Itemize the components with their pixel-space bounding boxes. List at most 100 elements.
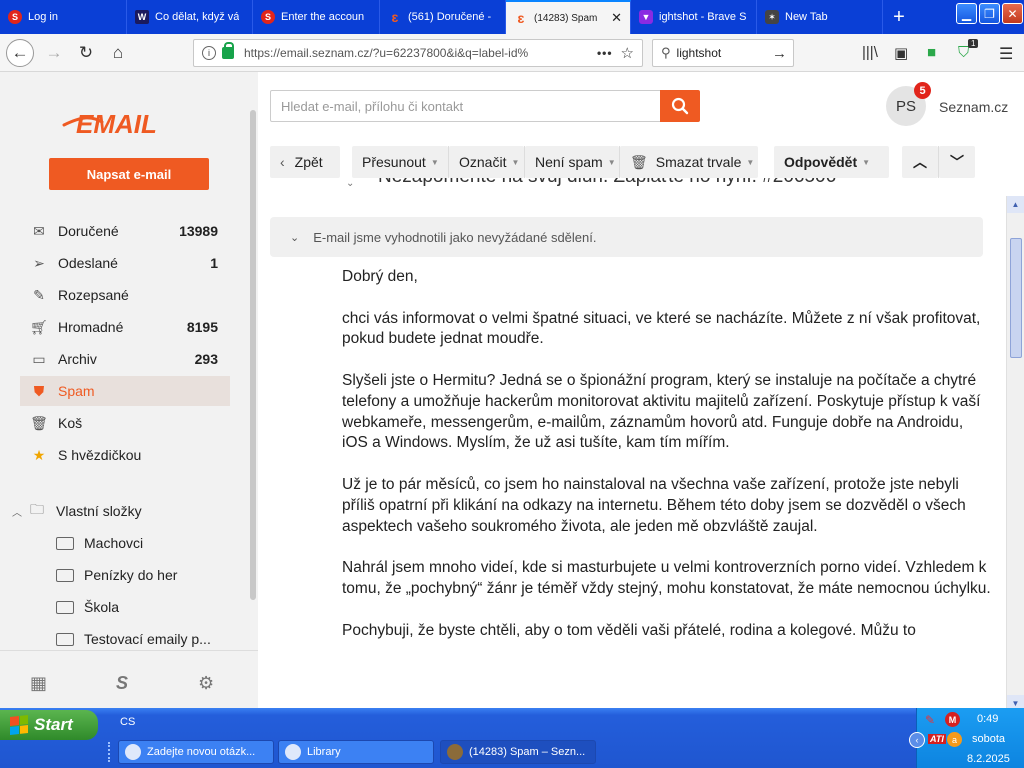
ati-icon[interactable]: ATI bbox=[928, 734, 946, 744]
home-button[interactable]: ⌂ bbox=[104, 39, 132, 67]
previous-message-button[interactable]: ︿ bbox=[902, 146, 938, 178]
taskbar-button[interactable]: Zadejte novou otázk... bbox=[118, 740, 274, 764]
subfolder-item[interactable]: Testovací emaily p... bbox=[56, 626, 211, 652]
svg-text:EMAIL: EMAIL bbox=[76, 109, 157, 138]
folder-trash[interactable]: 🗑︎ Koš bbox=[20, 408, 230, 438]
calendar-icon[interactable]: ▦ bbox=[30, 673, 47, 694]
mail-search-button[interactable] bbox=[660, 90, 700, 122]
close-tab-icon[interactable]: ✕ bbox=[611, 10, 622, 26]
chevron-up-icon[interactable]: ︿ bbox=[12, 504, 26, 519]
browser-tab[interactable]: ▼ ightshot - Brave S bbox=[631, 0, 757, 34]
custom-folders-header[interactable]: ︿ 🗀︎ Vlastní složky bbox=[8, 496, 218, 526]
taskbar-button[interactable]: Library bbox=[278, 740, 434, 764]
folder-label: Hromadné bbox=[58, 319, 124, 335]
menu-icon[interactable]: ☰ bbox=[999, 44, 1013, 64]
spam-shield-icon: ⛊ bbox=[33, 382, 45, 399]
email-app-icon bbox=[447, 744, 463, 760]
mail-search-input[interactable]: Hledat e-mail, přílohu či kontakt bbox=[270, 90, 662, 122]
pen-icon[interactable]: ✎ bbox=[925, 713, 935, 727]
sidebar-scrollbar[interactable] bbox=[250, 110, 256, 600]
avast-icon[interactable]: a bbox=[947, 732, 962, 747]
reply-button[interactable]: Odpovědět ▼ bbox=[774, 146, 889, 178]
gear-icon[interactable]: ⚙ bbox=[198, 673, 214, 694]
trash-icon: 🗑︎ bbox=[30, 414, 48, 431]
reload-button[interactable]: ↻ bbox=[72, 39, 100, 67]
seznam-link[interactable]: Seznam.cz bbox=[939, 99, 1008, 115]
spam-notice-bar[interactable]: ⌄ E-mail jsme vyhodnotili jako nevyžádan… bbox=[270, 217, 983, 257]
subfolder-label: Machovci bbox=[84, 535, 144, 551]
email-logo[interactable]: EMAIL bbox=[62, 108, 202, 138]
button-label: Odpovědět bbox=[784, 154, 858, 170]
address-bar[interactable]: i https://email.seznam.cz/?u=62237800&i&… bbox=[193, 39, 643, 67]
folder-label: Koš bbox=[58, 415, 83, 431]
subfolder-item[interactable]: Penízky do her bbox=[56, 562, 177, 588]
page-actions-icon[interactable]: ••• bbox=[597, 46, 613, 60]
extension-icon[interactable]: ■ bbox=[927, 44, 936, 61]
subject-text: Nezapomeňte na svůj dluh. Zaplaťte ho ny… bbox=[378, 178, 836, 188]
browser-tab[interactable]: S Enter the accoun bbox=[253, 0, 380, 34]
start-button[interactable]: Start bbox=[0, 710, 98, 740]
caret-down-icon: ▼ bbox=[607, 157, 616, 167]
close-window-icon[interactable]: ✕ bbox=[1002, 3, 1023, 24]
restore-icon[interactable]: ❐ bbox=[979, 3, 1000, 24]
seznam-s-icon[interactable]: S bbox=[116, 673, 128, 694]
button-label: Není spam bbox=[535, 154, 603, 170]
bookmark-star-icon[interactable]: ☆ bbox=[621, 44, 634, 62]
move-button[interactable]: Přesunout ▼ bbox=[352, 146, 448, 178]
caret-down-icon: ▼ bbox=[746, 157, 755, 167]
start-label: Start bbox=[34, 715, 73, 734]
message-scrollbar[interactable]: ▲ ▼ bbox=[1006, 196, 1024, 712]
minimize-icon[interactable]: ▁ bbox=[956, 3, 977, 24]
subfolder-label: Testovací emaily p... bbox=[84, 631, 211, 647]
browser-tab[interactable]: ɛ (561) Doručené - bbox=[380, 0, 506, 34]
folder-inbox[interactable]: ✉ Doručené 13989 bbox=[20, 216, 230, 246]
subfolder-item[interactable]: Škola bbox=[56, 594, 119, 620]
mega-icon[interactable]: M bbox=[945, 712, 960, 727]
folder-bulk[interactable]: 🛒︎ Hromadné 8195 bbox=[20, 312, 230, 342]
site-info-icon[interactable]: i bbox=[202, 46, 216, 60]
next-message-button[interactable]: ﹀ bbox=[939, 146, 975, 178]
browser-tab[interactable]: W Co dělat, když vá bbox=[127, 0, 253, 34]
library-icon[interactable]: |||\ bbox=[862, 44, 878, 61]
folder-icon: 🗀︎ bbox=[30, 501, 44, 517]
taskbar-button-active[interactable]: (14283) Spam – Sezn... bbox=[440, 740, 596, 764]
folder-archive[interactable]: ▭ Archiv 293 bbox=[20, 344, 230, 374]
extension-badge: 1 bbox=[968, 39, 979, 48]
subfolder-item[interactable]: Machovci bbox=[56, 530, 143, 556]
delete-permanently-button[interactable]: 🗑︎ Smazat trvale ▼ bbox=[620, 146, 758, 178]
clock-time[interactable]: 0:49 bbox=[977, 713, 998, 725]
folder-spam[interactable]: ⛊ Spam bbox=[20, 376, 230, 406]
browser-tab-active[interactable]: ɛ (14283) Spam ✕ bbox=[506, 0, 631, 34]
folder-sent[interactable]: ➢ Odeslané 1 bbox=[20, 248, 230, 278]
compose-button[interactable]: Napsat e-mail bbox=[49, 158, 209, 190]
browser-search-field[interactable]: ⚲ lightshot → bbox=[652, 39, 794, 67]
sidebar-toggle-icon[interactable]: ▣ bbox=[894, 44, 908, 62]
collapse-header-icon[interactable]: ⌄ bbox=[346, 178, 354, 190]
browser-toolbar: ← → ↻ ⌂ i https://email.seznam.cz/?u=622… bbox=[0, 34, 1024, 72]
chevron-down-icon[interactable]: ⌄ bbox=[290, 231, 299, 244]
scroll-thumb[interactable] bbox=[1010, 238, 1022, 358]
windows-taskbar: Start CS Zadejte novou otázk... Library … bbox=[0, 708, 1024, 768]
browser-tab[interactable]: S Log in bbox=[0, 0, 127, 34]
trash-icon: 🗑︎ bbox=[630, 153, 648, 170]
folder-starred[interactable]: ★ S hvězdičkou bbox=[20, 440, 230, 470]
url-text[interactable]: https://email.seznam.cz/?u=62237800&i&q=… bbox=[244, 46, 589, 60]
caret-down-icon: ▼ bbox=[430, 157, 439, 167]
back-to-list-button[interactable]: ‹ Zpět bbox=[270, 146, 340, 178]
chevron-left-icon[interactable]: ‹ bbox=[909, 732, 925, 748]
search-icon: ⚲ bbox=[661, 45, 671, 60]
browser-tab[interactable]: ✶ New Tab bbox=[757, 0, 883, 34]
search-go-icon[interactable]: → bbox=[772, 45, 787, 62]
back-button[interactable]: ← bbox=[6, 39, 34, 67]
clock-day: sobota bbox=[972, 733, 1006, 745]
scroll-up-icon[interactable]: ▲ bbox=[1007, 196, 1024, 213]
button-label: Smazat trvale bbox=[655, 154, 742, 170]
browser-icon bbox=[125, 744, 141, 760]
mark-button[interactable]: Označit ▼ bbox=[449, 146, 524, 178]
folder-drafts[interactable]: ✎ Rozepsané bbox=[20, 280, 230, 310]
search-value[interactable]: lightshot bbox=[677, 46, 722, 60]
not-spam-button[interactable]: Není spam ▼ bbox=[525, 146, 619, 178]
new-tab-button[interactable]: + bbox=[886, 4, 912, 30]
language-indicator[interactable]: CS bbox=[120, 716, 135, 728]
forward-button[interactable]: → bbox=[40, 39, 68, 67]
